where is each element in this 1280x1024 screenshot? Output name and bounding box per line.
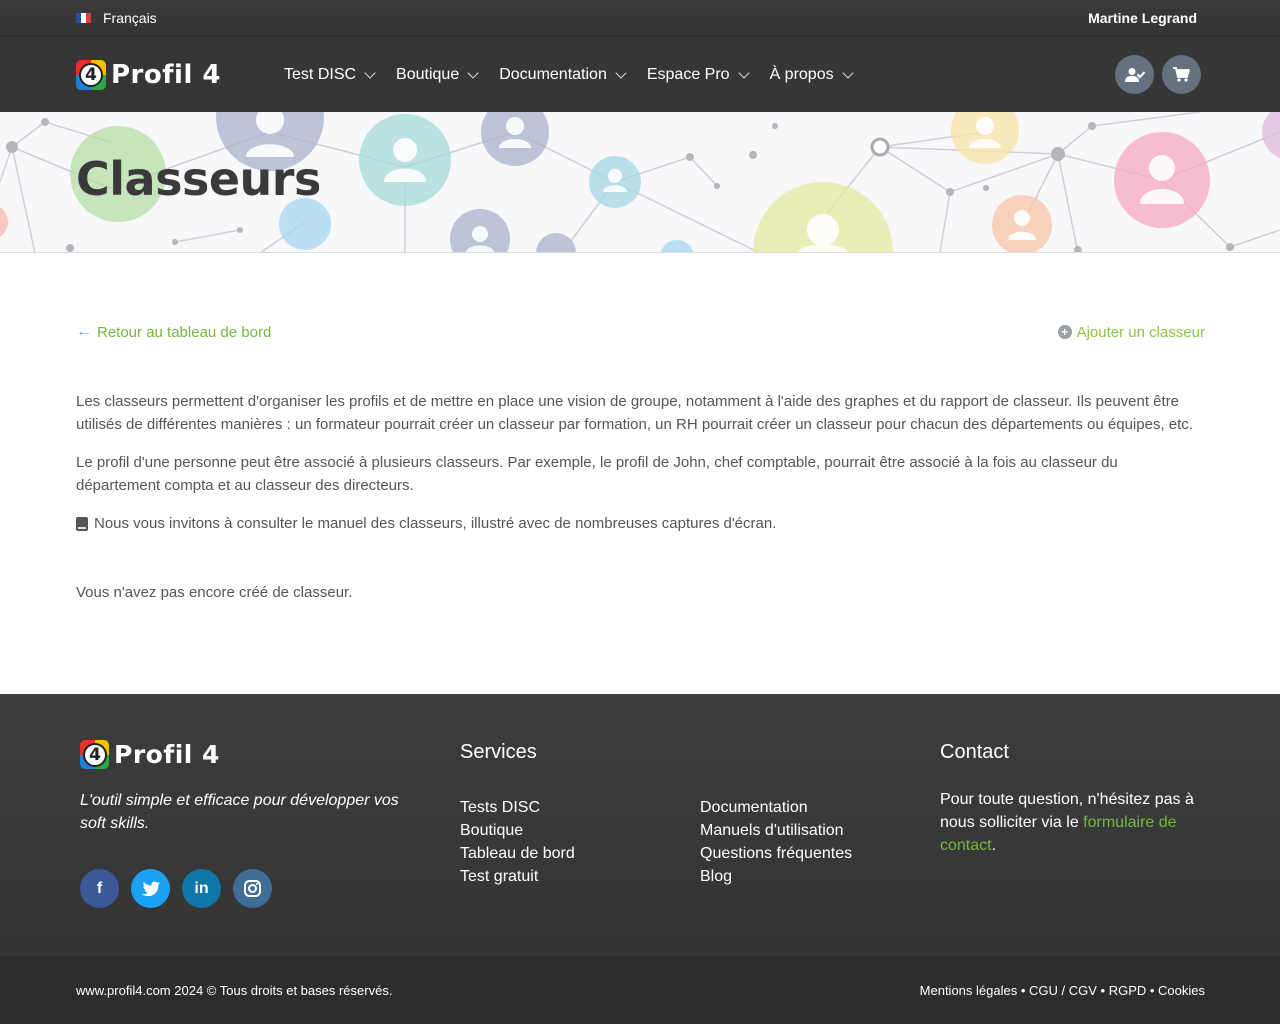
back-to-dashboard-link[interactable]: ← Retour au tableau de bord [76,323,271,341]
chevron-down-icon [615,66,627,79]
footer-link-blog[interactable]: Blog [700,865,852,888]
site-logo[interactable]: 4 Profil 4 [76,59,222,90]
footer-link-test-gratuit[interactable]: Test gratuit [460,865,575,888]
add-binder-button[interactable]: + Ajouter un classeur [1031,290,1225,374]
chevron-down-icon [467,66,479,79]
bottom-bar: www.profil4.com 2024 © Tous droits et ba… [0,956,1280,1024]
nav-item-test-disc[interactable]: Test DISC [284,66,376,84]
footer-link-documentation[interactable]: Documentation [700,796,852,819]
page-hero: Classeurs [0,112,1280,253]
france-flag-icon [76,13,91,23]
main-content: ← Retour au tableau de bord + Ajouter un… [0,290,1280,604]
book-icon [76,516,88,531]
user-check-icon [1124,67,1145,82]
social-links: f in [80,869,420,908]
language-label: Français [103,10,157,26]
intro-paragraph: Les classeurs permettent d'organiser les… [76,393,1193,433]
footer-contact: Contact Pour toute question, n'hésitez p… [940,741,1210,857]
contact-text: Pour toute question, n'hésitez pas à nou… [940,791,1194,854]
legal-link-cookies[interactable]: Cookies [1158,983,1205,998]
language-selector[interactable]: Français [76,10,157,26]
footer-link-tests-disc[interactable]: Tests DISC [460,796,575,819]
top-bar: Français Martine Legrand [0,0,1280,36]
nav-item-boutique[interactable]: Boutique [396,66,479,84]
cart-icon [1173,67,1190,82]
services-links-col1: Tests DISC Boutique Tableau de bord Test… [460,796,575,888]
nav-item-documentation[interactable]: Documentation [499,66,627,84]
services-links-col2: Documentation Manuels d'utilisation Ques… [700,796,852,888]
nav-item-espace-pro[interactable]: Espace Pro [647,66,750,84]
legal-link-cgu[interactable]: CGU / CGV [1029,983,1097,998]
user-name[interactable]: Martine Legrand [1088,10,1197,26]
facebook-icon[interactable]: f [80,869,119,908]
legal-links: Mentions légales • CGU / CGV • RGPD • Co… [919,982,1205,998]
example-paragraph: Le profil d'une personne peut être assoc… [76,454,1118,494]
footer-link-manuels[interactable]: Manuels d'utilisation [700,819,852,842]
legal-link-mentions[interactable]: Mentions légales [920,983,1018,998]
footer-link-tableau-de-bord[interactable]: Tableau de bord [460,842,575,865]
footer-logo[interactable]: 4 Profil 4 [80,740,420,769]
empty-state-message: Vous n'avez pas encore créé de classeur. [76,584,353,601]
footer-link-boutique[interactable]: Boutique [460,819,575,842]
footer-services: Services [460,741,537,764]
chevron-down-icon [737,66,750,79]
footer-link-faq[interactable]: Questions fréquentes [700,842,852,865]
plus-circle-icon: + [1057,325,1072,339]
chevron-down-icon [364,66,376,79]
profil4-logo-icon: 4 [76,59,106,90]
twitter-icon[interactable] [131,869,170,908]
footer-brand: 4 Profil 4 L'outil simple et efficace po… [80,740,420,908]
nav-item-a-propos[interactable]: À propos [770,66,854,84]
action-row: ← Retour au tableau de bord + Ajouter un… [76,290,1225,374]
linkedin-icon[interactable]: in [182,869,221,908]
main-navbar: 4 Profil 4 Test DISC Boutique Documentat… [0,36,1280,112]
arrow-left-icon: ← [76,323,92,340]
cart-button[interactable] [1162,55,1201,94]
page-title: Classeurs [76,152,321,206]
manual-note[interactable]: Nous vous invitons à consulter le manuel… [76,512,1204,535]
footer: 4 Profil 4 L'outil simple et efficace po… [0,694,1280,956]
services-heading: Services [460,741,537,763]
logo-text: Profil 4 [114,740,220,769]
legal-link-rgpd[interactable]: RGPD [1109,983,1147,998]
chevron-down-icon [841,66,854,79]
copyright-text: www.profil4.com 2024 © Tous droits et ba… [76,982,393,998]
logo-text: Profil 4 [111,59,222,90]
profil4-logo-icon: 4 [80,740,109,769]
nav-icons [1115,55,1201,94]
nav-menu: Test DISC Boutique Documentation Espace … [284,66,874,84]
account-button[interactable] [1115,55,1154,94]
contact-heading: Contact [940,741,1009,763]
instagram-icon[interactable] [233,869,272,908]
footer-tagline: L'outil simple et efficace pour développ… [80,792,399,832]
